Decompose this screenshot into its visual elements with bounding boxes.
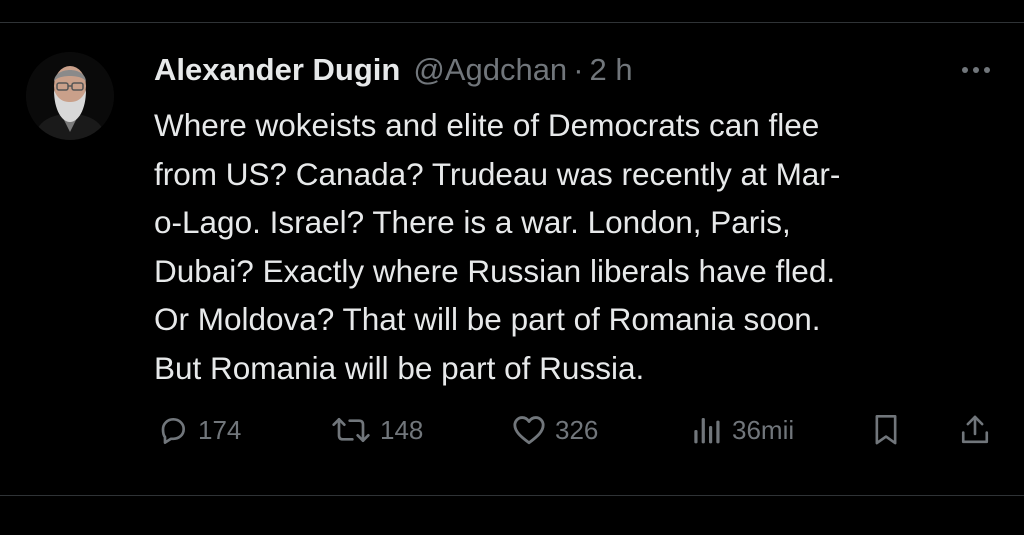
more-horizontal-icon	[961, 66, 991, 74]
tweet-header: Alexander Dugin @Agdchan · 2 h	[154, 50, 633, 90]
like-button[interactable]: 326	[512, 410, 598, 450]
heart-icon	[512, 414, 546, 446]
more-options-button[interactable]	[955, 54, 997, 86]
bar-chart-icon	[691, 414, 723, 446]
tweet-text-line: from US? Canada? Trudeau was recently at…	[154, 155, 841, 192]
tweet-text-line: But Romania will be part of Russia.	[154, 349, 645, 386]
views-count: 36mii	[732, 414, 795, 445]
reply-count: 174	[198, 414, 242, 445]
reply-bubble-icon	[157, 414, 189, 446]
share-button[interactable]	[959, 410, 991, 450]
bookmark-button[interactable]	[870, 410, 902, 450]
tweet-body-text: Where wokeists and elite of Democrats ca…	[154, 101, 994, 392]
bookmark-icon	[870, 413, 902, 447]
avatar-portrait-icon	[26, 52, 114, 140]
avatar[interactable]	[26, 52, 114, 140]
author-handle[interactable]: @Agdchan	[413, 50, 567, 90]
tweet-text-line: Dubai? Exactly where Russian liberals ha…	[154, 252, 836, 289]
repost-arrows-icon	[331, 414, 371, 446]
bottom-divider	[0, 495, 1024, 496]
share-upload-icon	[959, 413, 991, 447]
reply-button[interactable]: 174	[157, 410, 241, 450]
tweet-text-line: Where wokeists and elite of Democrats ca…	[154, 107, 820, 143]
repost-button[interactable]: 148	[331, 410, 423, 450]
tweet-text-line: o-Lago. Israel? There is a war. London, …	[154, 204, 791, 240]
tweet-text-line: Or Moldova? That will be part of Romania…	[154, 301, 821, 337]
top-divider	[0, 22, 1024, 23]
tweet-timestamp[interactable]: 2 h	[590, 50, 633, 90]
author-display-name[interactable]: Alexander Dugin	[154, 50, 400, 90]
views-button[interactable]: 36mii	[691, 410, 794, 450]
repost-count: 148	[380, 414, 424, 445]
like-count: 326	[555, 414, 599, 445]
header-separator: ·	[573, 52, 584, 87]
